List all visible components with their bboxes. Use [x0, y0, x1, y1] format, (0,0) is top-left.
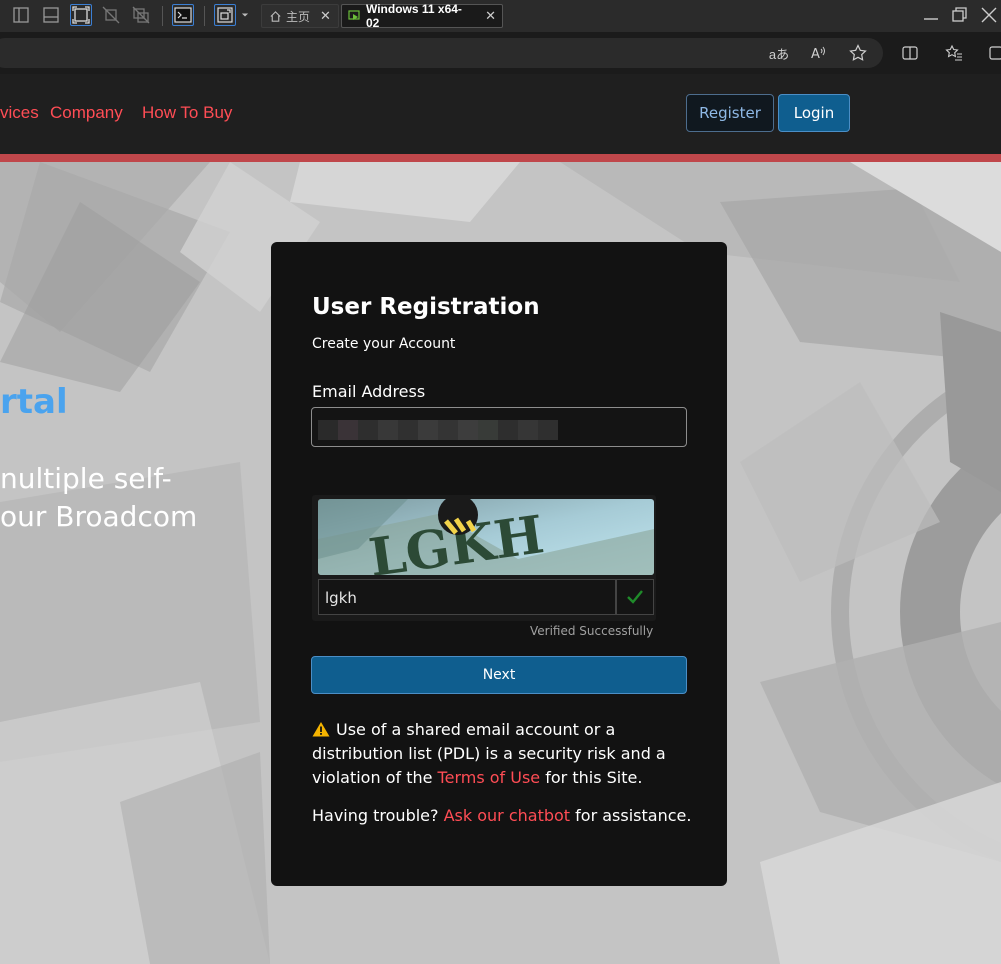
split-screen-icon[interactable] [900, 43, 920, 63]
vm-toolbar: 主页 ✕ Windows 11 x64-02 ✕ [0, 0, 1001, 32]
security-warning: Use of a shared email account or a distr… [312, 718, 692, 790]
captcha-widget: LGKH lgkh [312, 495, 656, 621]
tab-vm-console[interactable]: Windows 11 x64-02 ✕ [341, 2, 503, 30]
close-window-icon[interactable] [978, 4, 1000, 26]
register-button[interactable]: Register [686, 94, 774, 132]
tab-home-label: 主页 [286, 9, 311, 24]
login-button[interactable]: Login [778, 94, 850, 132]
tab-home[interactable]: 主页 ✕ [261, 4, 339, 28]
home-icon [268, 9, 282, 23]
split-horizontal-icon[interactable] [40, 4, 62, 26]
stretch-guest-icon[interactable] [214, 4, 236, 26]
svg-text:A: A [811, 47, 820, 62]
chatbot-link[interactable]: Ask our chatbot [444, 806, 570, 825]
restore-icon[interactable] [948, 4, 970, 26]
hero-description: nultiple self- our Broadcom [0, 460, 197, 536]
email-field[interactable] [311, 407, 687, 447]
captcha-status: Verified Successfully [530, 624, 654, 638]
hero-line: our Broadcom [0, 500, 198, 533]
captcha-image[interactable]: LGKH [318, 499, 654, 575]
page-title: User Registration [312, 294, 540, 320]
help-prefix: Having trouble? [312, 806, 444, 825]
close-icon[interactable]: ✕ [320, 8, 331, 24]
toolbar-divider [162, 6, 163, 26]
warning-icon [312, 720, 330, 737]
site-header: vices Company How To Buy Register Login [0, 74, 1001, 162]
next-button[interactable]: Next [311, 656, 687, 694]
terms-of-use-link[interactable]: Terms of Use [438, 768, 541, 787]
unity-mode-icon[interactable] [130, 4, 152, 26]
terminal-icon[interactable] [172, 4, 194, 26]
read-aloud-icon[interactable]: A [808, 43, 828, 63]
tab-vm-console-label: Windows 11 x64-02 [366, 2, 462, 30]
fullscreen-icon[interactable] [70, 4, 92, 26]
redacted-email [318, 420, 558, 440]
registration-card: User Registration Create your Account Em… [271, 242, 727, 886]
help-suffix: for assistance. [570, 806, 692, 825]
favorite-star-icon[interactable] [848, 43, 868, 63]
help-text: Having trouble? Ask our chatbot for assi… [312, 806, 691, 825]
translate-icon[interactable]: aあ [768, 43, 790, 63]
address-bar[interactable] [0, 38, 883, 68]
toolbar-divider [204, 6, 205, 26]
browser-toolbar: aあ A [0, 32, 1001, 74]
nav-how-to-buy[interactable]: How To Buy [142, 103, 232, 123]
header-accent-stripe [0, 154, 1001, 162]
checkmark-icon [616, 579, 654, 615]
close-icon[interactable]: ✕ [485, 8, 496, 24]
page-subtitle: Create your Account [312, 336, 456, 352]
nav-services[interactable]: vices [0, 103, 39, 123]
collections-icon[interactable] [986, 43, 1001, 63]
email-label: Email Address [312, 382, 426, 401]
captcha-input[interactable]: lgkh [318, 579, 616, 615]
chevron-down-icon[interactable] [238, 4, 252, 26]
no-fit-icon[interactable] [100, 4, 122, 26]
favorites-icon[interactable] [944, 43, 964, 63]
nav-company[interactable]: Company [50, 103, 123, 123]
hero-title: rtal [0, 382, 68, 422]
vm-console-icon [348, 9, 362, 23]
warning-text-end: for this Site. [540, 768, 643, 787]
hero-line: nultiple self- [0, 462, 172, 495]
split-vertical-icon[interactable] [10, 4, 32, 26]
minimize-icon[interactable] [920, 4, 942, 26]
